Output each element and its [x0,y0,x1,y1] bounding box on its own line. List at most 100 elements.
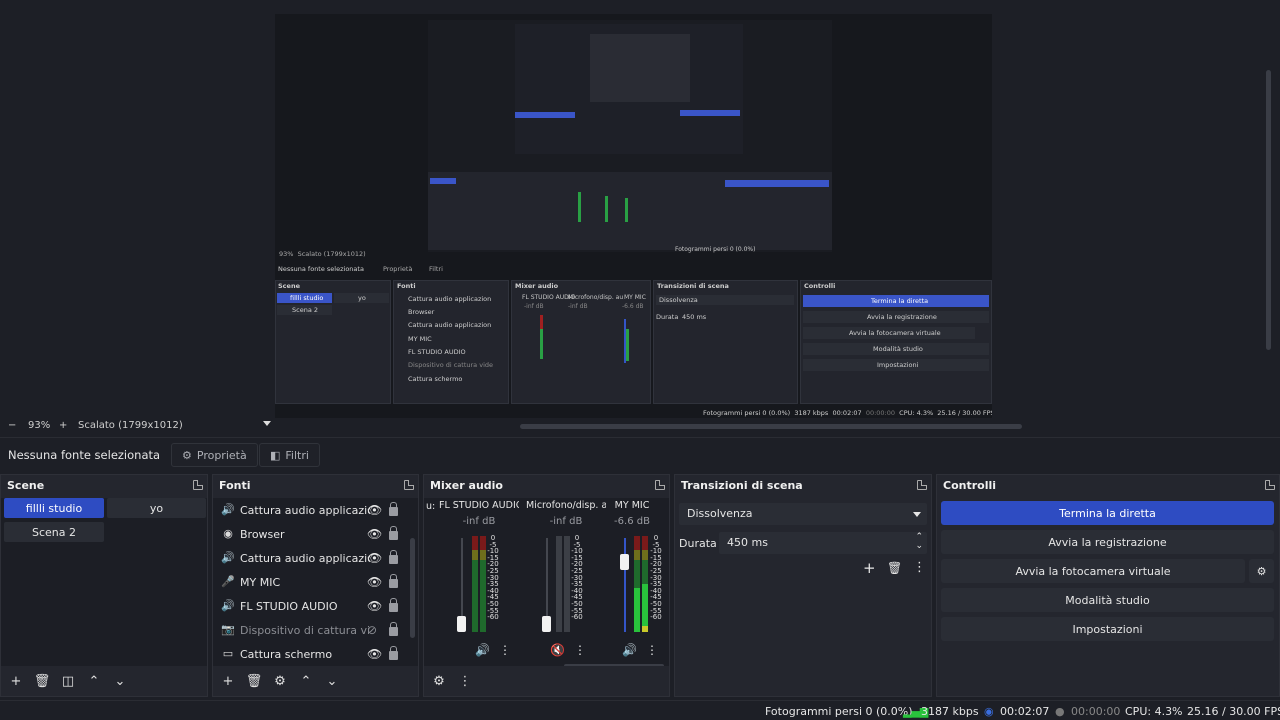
undock-icon[interactable] [193,480,203,490]
visibility-eye-icon[interactable]: 👁 [367,575,382,589]
kebab-menu-icon[interactable]: ⋮ [913,560,926,575]
scenes-list: fillli studio yo Scena 2 [1,498,207,666]
scenes-dock: Scene fillli studio yo Scena 2 + 🗑 ◫ ⌃ ⌄ [0,474,208,697]
muted-speaker-icon[interactable]: 🔇 [550,643,565,657]
virtual-camera-settings-button[interactable]: ⚙ [1249,559,1274,583]
scene-filters-icon[interactable]: ◫ [59,674,77,689]
preview-horizontal-scrollbar[interactable] [520,424,1022,429]
gear-icon[interactable]: ⚙ [271,674,289,689]
filters-button[interactable]: ◧ Filtri [259,443,320,467]
preview-vertical-scrollbar[interactable] [1266,70,1271,350]
nested-green-3 [625,198,628,222]
sources-title: Fonti [213,475,418,497]
add-scene-button[interactable]: + [7,674,25,689]
settings-button[interactable]: Impostazioni [941,617,1274,641]
lock-icon[interactable] [389,646,398,660]
undock-icon[interactable] [655,480,665,490]
stream-time: 00:02:07 [1000,705,1050,718]
hidden-eye-icon[interactable]: ⊘ [367,623,377,637]
inner-filters: Filtri [429,265,443,273]
kebab-menu-icon[interactable]: ⋮ [456,674,474,689]
source-item[interactable]: 🔊 Cattura audio applicazion 👁 [217,546,407,570]
source-item[interactable]: 📷 Dispositivo di cattura vide ⊘ [217,618,407,642]
db-scale: 0 -5 -10 -15 -20 -25 -30 -35 -40 -45 -50 -55 -60 [487,534,499,622]
move-up-icon[interactable]: ⌃ [85,674,103,689]
volume-fader[interactable] [457,616,466,632]
nested-blue-3 [430,178,456,184]
add-source-button[interactable]: + [219,674,237,689]
preview-area[interactable]: Fotogrammi persi 0 (0.0%) 93% Scalato (1… [0,0,1280,418]
status-bar: Fotogrammi persi 0 (0.0%) ▂▄▆ 3187 kbps … [0,700,1280,720]
move-up-icon[interactable]: ⌃ [297,674,315,689]
speaker-icon[interactable]: 🔊 [622,643,637,657]
scale-mode-label[interactable]: Scalato (1799x1012) [78,420,183,431]
undock-icon[interactable] [917,480,927,490]
volume-meter [556,536,562,632]
source-item[interactable]: 🔊 FL STUDIO AUDIO 👁 [217,594,407,618]
no-source-selected-label: Nessuna fonte selezionata [8,448,161,462]
inner-sources-dock: Fonti Cattura audio applicazion Browser … [393,280,509,404]
source-item[interactable]: ▭ Cattura schermo 👁 [217,642,407,666]
inner-zoom: 93% Scalato (1799x1012) [279,250,366,258]
inner-mixer-dock: Mixer audio FL STUDIO AUDIO Microfono/di… [511,280,651,404]
lock-icon[interactable] [389,502,398,516]
lock-icon[interactable] [389,526,398,540]
db-scale: 0 -5 -10 -15 -20 -25 -30 -35 -40 -45 -50 -55 -60 [650,534,662,622]
studio-mode-button[interactable]: Modalità studio [941,588,1274,612]
nested-preview-inner2 [590,34,690,102]
visibility-eye-icon[interactable]: 👁 [367,503,382,517]
source-item[interactable]: 🔊 Cattura audio applicazion 👁 [217,498,407,522]
globe-icon: ◉ [223,527,233,540]
visibility-eye-icon[interactable]: 👁 [367,527,382,541]
spin-down-icon[interactable]: ⌄ [915,541,923,551]
undock-icon[interactable] [1265,480,1275,490]
start-virtual-camera-button[interactable]: Avvia la fotocamera virtuale [941,559,1245,583]
context-bar: Nessuna fonte selezionata ⚙ Proprietà ◧ … [0,437,1280,471]
gear-icon: ⚙ [182,448,192,462]
trash-icon[interactable]: 🗑 [245,674,263,689]
lock-icon[interactable] [389,622,398,636]
undock-icon[interactable] [404,480,414,490]
volume-fader[interactable] [542,616,551,632]
volume-fader[interactable] [620,554,629,570]
visibility-eye-icon[interactable]: 👁 [367,599,382,613]
nested-status: Fotogrammi persi 0 (0.0%) [675,246,756,253]
chevron-down-icon[interactable] [263,421,271,426]
scene-item-yo[interactable]: yo [107,498,206,518]
volume-meter [634,536,640,632]
controls-dock: Controlli Termina la diretta Avvia la re… [936,474,1280,697]
transition-select[interactable]: Dissolvenza [679,503,927,525]
scene-item-fillli-studio[interactable]: fillli studio [4,498,104,518]
scene-item-scena-2[interactable]: Scena 2 [4,522,104,542]
volume-fader-track[interactable] [624,538,626,632]
kebab-menu-icon[interactable]: ⋮ [574,643,586,657]
zoom-out-button[interactable]: − [8,420,16,431]
lock-icon[interactable] [389,574,398,588]
advanced-audio-icon[interactable]: ⚙ [430,674,448,689]
properties-button[interactable]: ⚙ Proprietà [171,443,258,467]
start-recording-button[interactable]: Avvia la registrazione [941,530,1274,554]
nested-blue-1 [515,112,575,118]
kebab-menu-icon[interactable]: ⋮ [646,643,658,657]
stop-streaming-button[interactable]: Termina la diretta [941,501,1274,525]
sources-scrollbar[interactable] [410,538,415,638]
program-preview-canvas[interactable]: Fotogrammi persi 0 (0.0%) 93% Scalato (1… [275,14,992,418]
source-item[interactable]: 🎤 MY MIC 👁 [217,570,407,594]
trash-icon[interactable]: 🗑 [33,674,51,689]
kebab-menu-icon[interactable]: ⋮ [499,643,511,657]
move-down-icon[interactable]: ⌄ [111,674,129,689]
speaker-icon[interactable]: 🔊 [475,643,490,657]
zoom-in-button[interactable]: + [59,420,67,431]
trash-icon[interactable]: 🗑 [887,561,902,575]
move-down-icon[interactable]: ⌄ [323,674,341,689]
inner-controls-dock: Controlli Termina la diretta Avvia la re… [800,280,992,404]
volume-meter [642,536,648,632]
duration-spinbox[interactable]: 450 ms ⌃ ⌄ [719,532,927,554]
lock-icon[interactable] [389,598,398,612]
visibility-eye-icon[interactable]: 👁 [367,647,382,661]
add-transition-button[interactable]: + [863,559,876,577]
lock-icon[interactable] [389,550,398,564]
microphone-icon: 🎤 [221,575,235,588]
source-item[interactable]: ◉ Browser 👁 [217,522,407,546]
visibility-eye-icon[interactable]: 👁 [367,551,382,565]
